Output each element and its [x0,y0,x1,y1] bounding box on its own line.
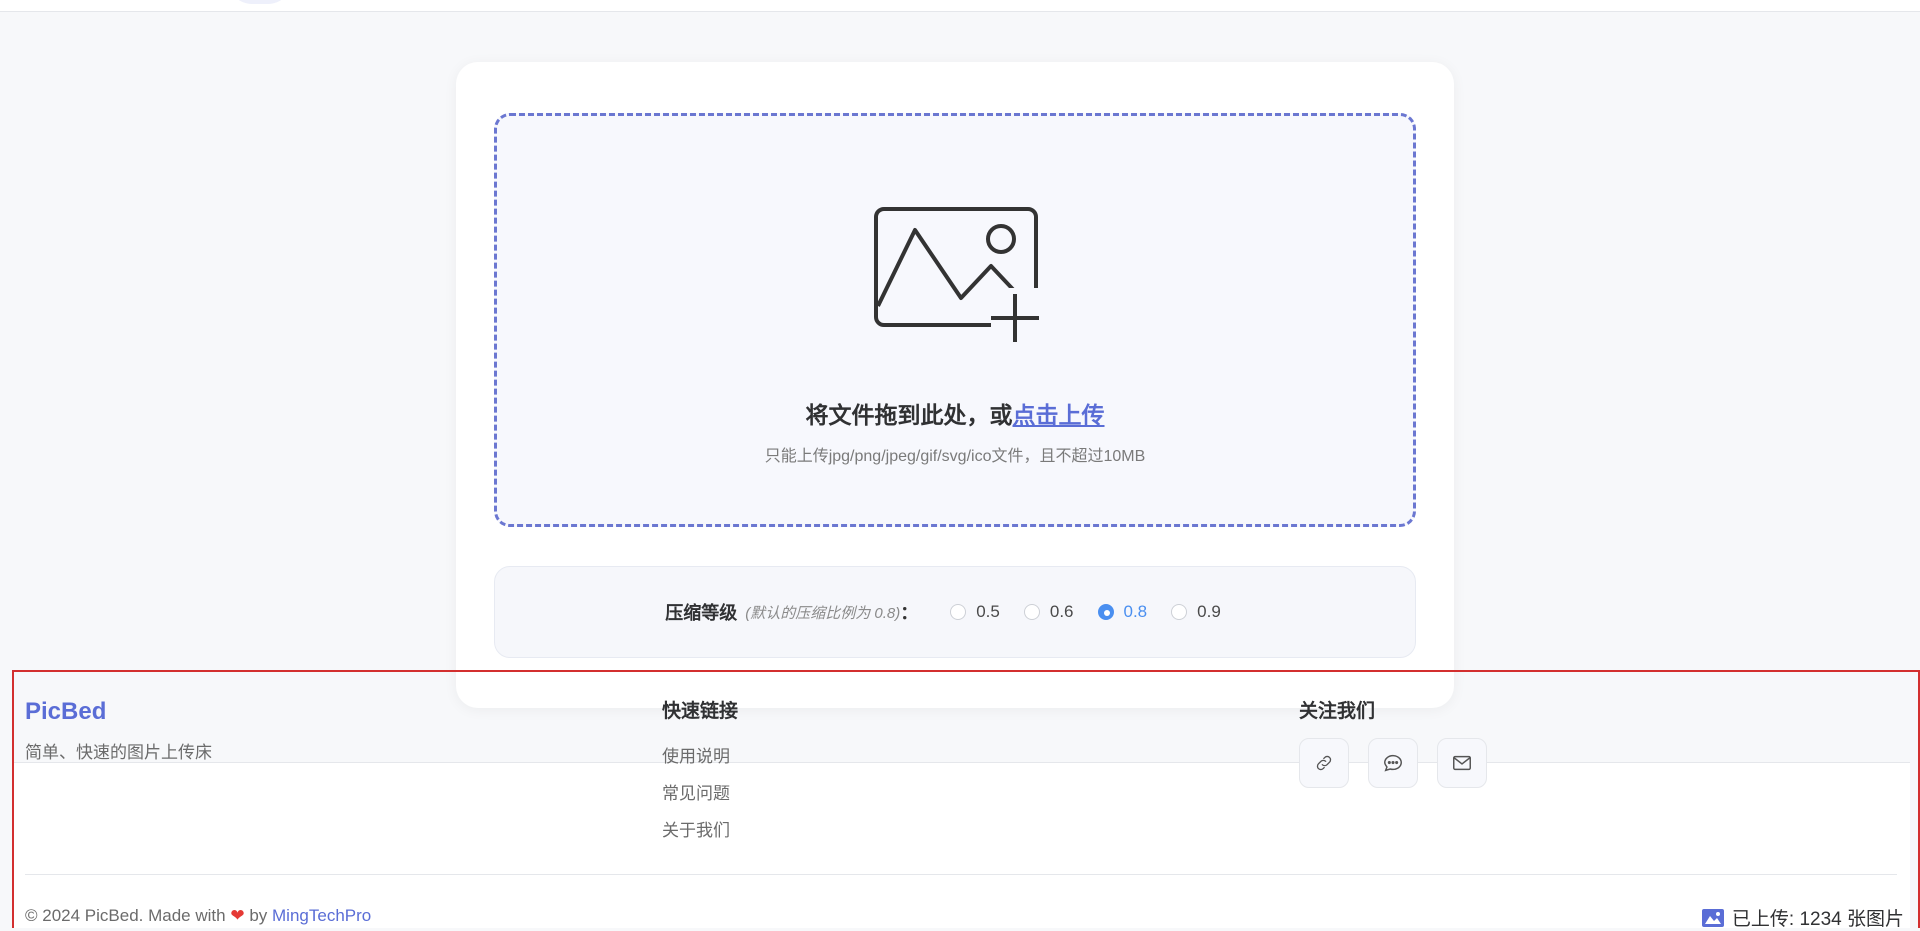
compression-panel: 压缩等级 (默认的压缩比例为 0.8) ： 0.5 0.6 0.8 0.9 [494,566,1416,658]
link-about-us[interactable]: 关于我们 [662,816,730,841]
copyright-by: by [249,906,268,925]
mail-button[interactable] [1437,738,1487,788]
follow-us-title: 关注我们 [1299,701,1376,722]
copyright-prefix: © 2024 PicBed. Made with [25,906,226,925]
image-add-icon [874,207,1043,346]
upload-tip: 只能上传jpg/png/jpeg/gif/svg/ico文件，且不超过10MB [764,448,1146,465]
link-button[interactable] [1299,738,1349,788]
upload-card: 将文件拖到此处，或点击上传 只能上传jpg/png/jpeg/gif/svg/i… [456,62,1454,708]
chat-button[interactable] [1368,738,1418,788]
footer: PicBed 简单、快速的图片上传床 快速链接 使用说明 常见问题 关于我们 关… [12,670,1920,931]
click-upload-link[interactable]: 点击上传 [1013,402,1105,428]
radio-label: 0.8 [1123,602,1148,621]
compression-option-0-9[interactable]: 0.9 [1171,602,1221,622]
compression-hint: (默认的压缩比例为 0.8) [745,604,901,622]
radio-circle[interactable] [1097,604,1114,620]
upload-stats: 已上传: 1234 张图片 [1701,904,1904,931]
heart-icon: ❤ [230,906,245,925]
link-faq[interactable]: 常见问题 [662,779,730,804]
chat-icon [1384,754,1402,772]
footer-tagline: 简单、快速的图片上传床 [25,743,212,762]
footer-brand: PicBed [25,698,107,725]
link-usage-guide[interactable]: 使用说明 [662,742,730,767]
upload-title: 将文件拖到此处，或点击上传 [497,396,1413,430]
compression-colon: ： [900,603,919,623]
author-link[interactable]: MingTechPro [272,906,371,925]
radio-label: 0.9 [1197,602,1221,621]
compression-option-0-8[interactable]: 0.8 [1097,602,1148,622]
compression-label: 压缩等级 [665,603,738,623]
radio-circle[interactable] [1023,604,1040,620]
radio-circle[interactable] [950,604,967,620]
compression-option-0-6[interactable]: 0.6 [1023,602,1074,622]
footer-divider [25,874,1897,875]
upload-title-text: 将文件拖到此处，或 [805,402,1013,428]
radio-label: 0.5 [976,602,1000,621]
mail-icon [1453,755,1471,771]
radio-circle[interactable] [1171,604,1188,620]
top-navbar [0,0,1920,12]
image-icon [1701,908,1724,927]
radio-label: 0.6 [1049,602,1074,621]
footer-background [14,762,1910,928]
avatar[interactable] [228,0,292,4]
copyright: © 2024 PicBed. Made with ❤ by MingTechPr… [25,906,371,926]
upload-dropzone[interactable]: 将文件拖到此处，或点击上传 只能上传jpg/png/jpeg/gif/svg/i… [494,113,1416,527]
compression-option-0-5[interactable]: 0.5 [950,602,1000,622]
upload-count: 已上传: 1234 张图片 [1731,909,1904,930]
quick-links-title: 快速链接 [662,701,739,722]
link-icon [1316,755,1332,771]
